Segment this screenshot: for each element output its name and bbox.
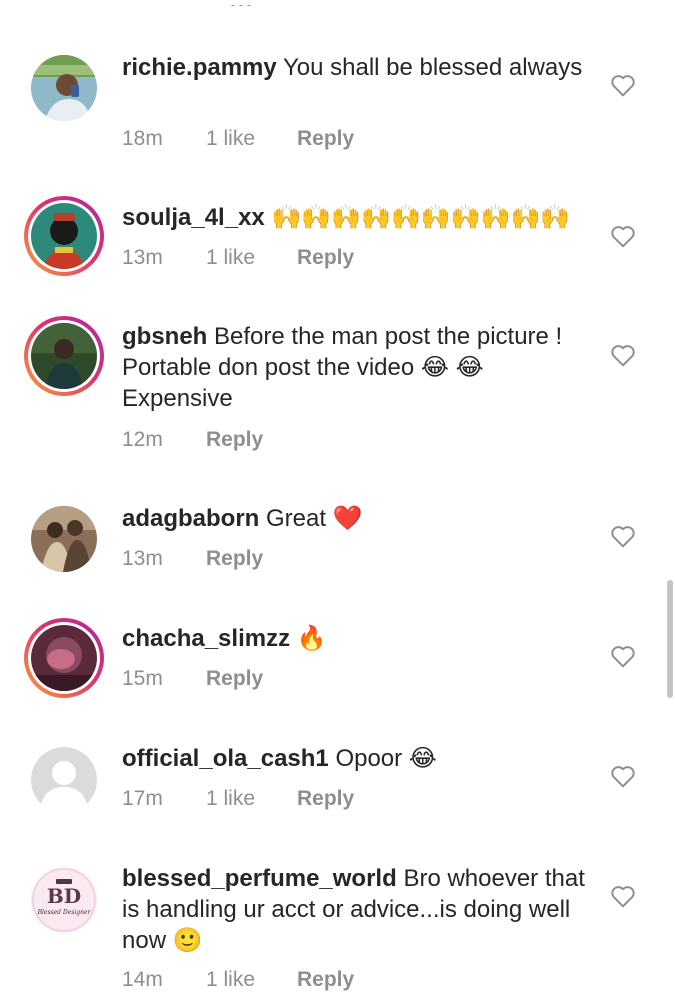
previous-comment-remnant	[230, 0, 258, 6]
reply-button[interactable]: Reply	[206, 427, 263, 453]
reply-button[interactable]: Reply	[206, 546, 263, 572]
svg-text:BD: BD	[47, 884, 81, 908]
comment-timestamp: 17m	[122, 787, 163, 810]
avatar[interactable]	[24, 740, 104, 820]
comment-timestamp: 12m	[122, 428, 163, 451]
comment-username[interactable]: gbsneh	[122, 323, 207, 350]
comment-body: Great ❤️	[266, 505, 363, 532]
comment-meta: 13m Reply	[122, 546, 263, 572]
heart-outline-icon[interactable]	[610, 644, 636, 668]
comment-text: chacha_slimzz 🔥	[122, 623, 592, 654]
comment-text: official_ola_cash1 Opoor 😂	[122, 743, 592, 774]
comment-meta: 13m 1 like Reply	[122, 245, 354, 271]
comment-username[interactable]: soulja_4l_xx	[122, 204, 265, 231]
comment-text: blessed_perfume_world Bro whoever that i…	[122, 863, 592, 956]
comment-text: adagbaborn Great ❤️	[122, 503, 592, 534]
avatar-with-story-ring[interactable]	[24, 196, 104, 276]
scrollbar-thumb[interactable]	[667, 580, 673, 698]
avatar[interactable]: BD Blessed Designer	[24, 860, 104, 940]
comment-like-count[interactable]: 1 like	[206, 967, 297, 993]
comment-username[interactable]: blessed_perfume_world	[122, 865, 397, 892]
avatar-with-story-ring[interactable]	[24, 316, 104, 396]
comment-timestamp: 13m	[122, 547, 163, 570]
comment-meta: 12m Reply	[122, 427, 263, 453]
comment-meta: 17m 1 like Reply	[122, 786, 354, 812]
heart-outline-icon[interactable]	[610, 764, 636, 788]
svg-text:Blessed Designer: Blessed Designer	[37, 909, 92, 916]
default-user-avatar-icon	[31, 747, 97, 813]
user-photo-avatar-adagbaborn	[31, 506, 97, 572]
comment-like-count[interactable]: 1 like	[206, 245, 297, 271]
comment-meta: 14m 1 like Reply	[122, 967, 354, 993]
user-photo-avatar-soulja	[31, 203, 97, 269]
comment-body: 🔥	[296, 624, 327, 652]
comment-meta: 15m Reply	[122, 666, 263, 692]
comment-text: soulja_4l_xx 🙌🙌🙌🙌🙌🙌🙌🙌🙌🙌	[122, 202, 592, 233]
comment-body: Opoor 😂	[335, 745, 437, 772]
comment-body: You shall be blessed always	[282, 54, 583, 81]
heart-outline-icon[interactable]	[610, 73, 636, 97]
heart-outline-icon[interactable]	[610, 524, 636, 548]
user-photo-avatar-gbsneh	[31, 323, 97, 389]
comment-username[interactable]: chacha_slimzz	[122, 625, 290, 652]
comment-timestamp: 13m	[122, 246, 163, 269]
brand-logo-avatar-blessed-perfume: BD Blessed Designer	[31, 867, 97, 933]
user-photo-avatar-richie	[31, 55, 97, 121]
avatar-with-story-ring[interactable]	[24, 618, 104, 698]
comment-username[interactable]: adagbaborn	[122, 505, 259, 532]
comment-timestamp: 15m	[122, 667, 163, 690]
heart-outline-icon[interactable]	[610, 884, 636, 908]
comment-body: 🙌🙌🙌🙌🙌🙌🙌🙌🙌🙌	[271, 203, 571, 231]
avatar[interactable]	[24, 48, 104, 128]
reply-button[interactable]: Reply	[297, 786, 354, 812]
reply-button[interactable]: Reply	[297, 967, 354, 993]
heart-outline-icon[interactable]	[610, 343, 636, 367]
comment-like-count[interactable]: 1 like	[206, 126, 297, 152]
comment-username[interactable]: richie.pammy	[122, 54, 277, 81]
heart-outline-icon[interactable]	[610, 224, 636, 248]
comment-like-count[interactable]: 1 like	[206, 786, 297, 812]
reply-button[interactable]: Reply	[206, 666, 263, 692]
reply-button[interactable]: Reply	[297, 126, 354, 152]
comment-timestamp: 18m	[122, 127, 163, 150]
comment-timestamp: 14m	[122, 968, 163, 991]
comment-username[interactable]: official_ola_cash1	[122, 745, 329, 772]
comment-text: richie.pammy You shall be blessed always	[122, 52, 592, 83]
avatar[interactable]	[24, 499, 104, 579]
comment-meta: 18m 1 like Reply	[122, 126, 354, 152]
comment-text: gbsneh Before the man post the picture !…	[122, 321, 592, 414]
user-photo-avatar-chacha	[31, 625, 97, 691]
reply-button[interactable]: Reply	[297, 245, 354, 271]
